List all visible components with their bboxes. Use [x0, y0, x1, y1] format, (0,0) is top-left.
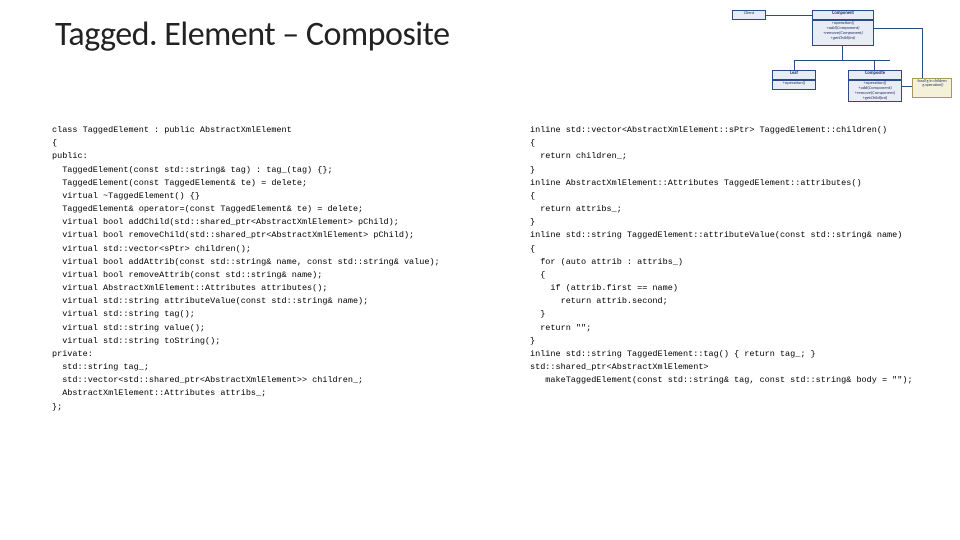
uml-line [874, 28, 922, 29]
uml-leaf-box: Leaf [772, 70, 816, 80]
uml-client-box: Client [732, 10, 766, 20]
uml-line [902, 86, 912, 87]
uml-composite-body: +operation() +add(Component) +remove(Com… [848, 80, 902, 102]
slide-title: Tagged. Element – Composite [55, 14, 449, 55]
uml-line [874, 60, 875, 70]
code-area: class TaggedElement : public AbstractXml… [52, 124, 932, 414]
code-right: inline std::vector<AbstractXmlElement::s… [530, 124, 932, 414]
uml-component-body: +operation() +add(Component) +remove(Com… [812, 20, 874, 46]
uml-note: forall g in children g.operation() [912, 78, 952, 98]
uml-composite-box: Composite [848, 70, 902, 80]
uml-line [794, 60, 795, 70]
uml-component-box: Component [812, 10, 874, 20]
uml-line [922, 28, 923, 78]
uml-line [842, 46, 843, 60]
uml-line [766, 15, 812, 16]
uml-line [794, 60, 890, 61]
uml-leaf-body: +operation() [772, 80, 816, 90]
uml-diagram: Client Component +operation() +add(Compo… [716, 8, 946, 108]
code-left: class TaggedElement : public AbstractXml… [52, 124, 492, 414]
